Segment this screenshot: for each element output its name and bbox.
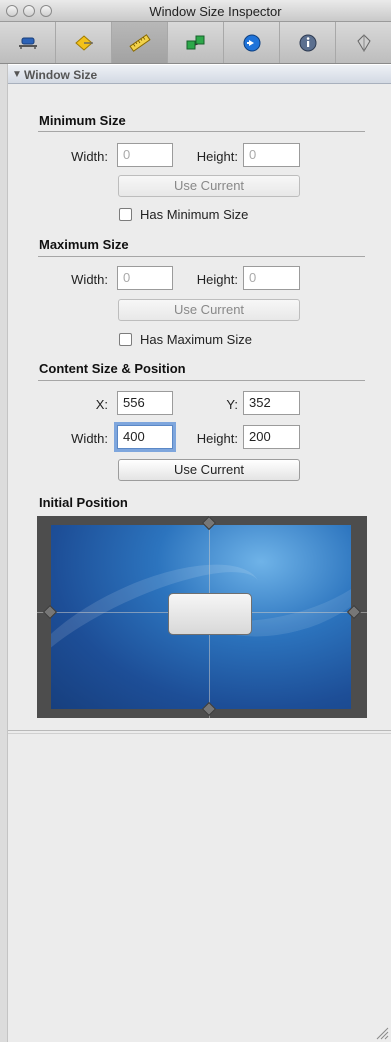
has-minimum-size-label: Has Minimum Size	[140, 207, 249, 222]
max-width-label: Width:	[71, 272, 108, 287]
bindings-icon	[243, 34, 260, 51]
attributes-icon	[18, 37, 37, 49]
has-minimum-size-checkbox[interactable]	[119, 208, 132, 221]
inspector-toolbar	[0, 22, 391, 64]
tab-effects[interactable]	[56, 22, 112, 63]
info-icon	[299, 34, 316, 51]
window-size-section-header[interactable]: ▼ Window Size	[8, 64, 391, 84]
tab-bindings[interactable]	[224, 22, 280, 63]
tab-info[interactable]	[280, 22, 336, 63]
x-field[interactable]: 556	[117, 391, 173, 415]
divider	[38, 131, 365, 132]
max-height-field[interactable]: 0	[243, 266, 300, 290]
x-label: X:	[95, 397, 108, 412]
max-use-current-button[interactable]: Use Current	[118, 299, 300, 321]
min-height-label: Height:	[196, 149, 238, 164]
min-use-current-button[interactable]: Use Current	[118, 175, 300, 197]
maximum-size-title: Maximum Size	[39, 237, 129, 252]
tab-applescript[interactable]	[336, 22, 391, 63]
size-ruler-icon	[128, 33, 151, 52]
has-maximum-size-checkbox[interactable]	[119, 333, 132, 346]
applescript-icon	[356, 33, 371, 52]
max-height-label: Height:	[196, 272, 238, 287]
initial-position-title: Initial Position	[39, 495, 128, 510]
content-size-position-title: Content Size & Position	[39, 361, 186, 376]
resize-grip-icon[interactable]	[375, 1026, 389, 1040]
minimum-size-title: Minimum Size	[39, 113, 126, 128]
section-title: Window Size	[24, 68, 98, 82]
divider	[38, 256, 365, 257]
divider	[8, 733, 391, 734]
y-label: Y:	[226, 397, 238, 412]
tab-size[interactable]	[112, 22, 168, 63]
connections-icon	[186, 35, 204, 49]
content-width-field[interactable]: 400	[117, 425, 173, 449]
content-height-field[interactable]: 200	[243, 425, 300, 449]
left-border	[0, 64, 8, 1042]
tab-attributes[interactable]	[0, 22, 56, 63]
y-field[interactable]: 352	[243, 391, 300, 415]
title-bar: Window Size Inspector	[0, 0, 391, 22]
content-height-label: Height:	[196, 431, 238, 446]
effects-icon	[74, 34, 93, 51]
min-height-field[interactable]: 0	[243, 143, 300, 167]
window-title: Window Size Inspector	[149, 4, 282, 19]
min-width-label: Width:	[71, 149, 108, 164]
divider	[38, 380, 365, 381]
max-width-field[interactable]: 0	[117, 266, 173, 290]
content-use-current-button[interactable]: Use Current	[118, 459, 300, 481]
min-width-field[interactable]: 0	[117, 143, 173, 167]
tab-connections[interactable]	[168, 22, 224, 63]
disclosure-triangle-icon[interactable]: ▼	[12, 69, 22, 80]
window-position-preview[interactable]	[168, 593, 252, 635]
divider	[8, 730, 391, 731]
initial-position-picker[interactable]	[37, 515, 367, 718]
has-maximum-size-label: Has Maximum Size	[140, 332, 252, 347]
content-width-label: Width:	[71, 431, 108, 446]
